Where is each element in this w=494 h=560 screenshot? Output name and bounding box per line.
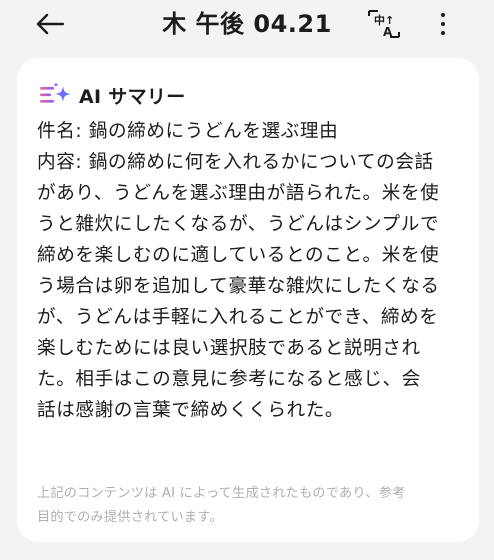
translate-icon-bottom-text: A xyxy=(383,25,393,39)
content-line: た。相手はこの意見に参考になると感じ、会 xyxy=(37,369,421,390)
content-line: が、うどんは手軽に入れることができ、締めを xyxy=(37,307,439,328)
content-line: うと雑炊にしたくなるが、うどんはシンプルで xyxy=(37,214,440,235)
subject-value: 鍋の締めにうどんを選ぶ理由 xyxy=(88,121,339,142)
subject-row: 件名: 鍋の締めにうどんを選ぶ理由 xyxy=(37,116,467,147)
content-line: う場合は卵を追加して豪華な雑炊にしたくなる xyxy=(37,276,440,297)
content-line: 締めを楽しむのに適しているとのこと。米を使 xyxy=(37,245,440,266)
ai-summary-card: AI サマリー 件名: 鍋の締めにうどんを選ぶ理由 内容: 鍋の締めに何を入れる… xyxy=(17,58,479,542)
summary-content: 件名: 鍋の締めにうどんを選ぶ理由 内容: 鍋の締めに何を入れるかについての会話… xyxy=(37,116,467,426)
content-row: 内容: 鍋の締めに何を入れるかについての会話 xyxy=(37,147,467,178)
more-dot-icon xyxy=(441,13,445,17)
summary-heading: AI サマリー xyxy=(79,85,186,108)
content-line: 鍋の締めに何を入れるかについての会話 xyxy=(88,152,434,173)
translate-button[interactable]: 中↑ A xyxy=(366,8,402,40)
ai-sparkle-icon xyxy=(40,82,71,103)
page-title: 木 午後 04.21 xyxy=(162,10,332,38)
content-line: 話は感謝の言葉で締めくくられた。 xyxy=(37,400,345,421)
ai-disclaimer: 上記のコンテンツは AI によって生成されたものであり、参考 目的でのみ提供され… xyxy=(37,482,467,530)
content-label: 内容: xyxy=(37,152,83,173)
summary-header: AI サマリー xyxy=(39,80,186,110)
translate-icon: 中↑ A xyxy=(368,10,400,39)
disclaimer-line: 目的でのみ提供されています。 xyxy=(37,510,223,525)
disclaimer-line: 上記のコンテンツは AI によって生成されたものであり、参考 xyxy=(37,486,406,501)
content-line: 楽しむためには良い選択肢であると説明され xyxy=(37,338,421,359)
more-dot-icon xyxy=(441,31,445,35)
subject-label: 件名: xyxy=(37,121,83,142)
more-dot-icon xyxy=(441,22,445,26)
content-line: があり、うどんを選ぶ理由が語られた。米を使 xyxy=(37,183,440,204)
top-bar: 木 午後 04.21 中↑ A xyxy=(0,0,494,50)
more-options-button[interactable] xyxy=(428,8,458,40)
